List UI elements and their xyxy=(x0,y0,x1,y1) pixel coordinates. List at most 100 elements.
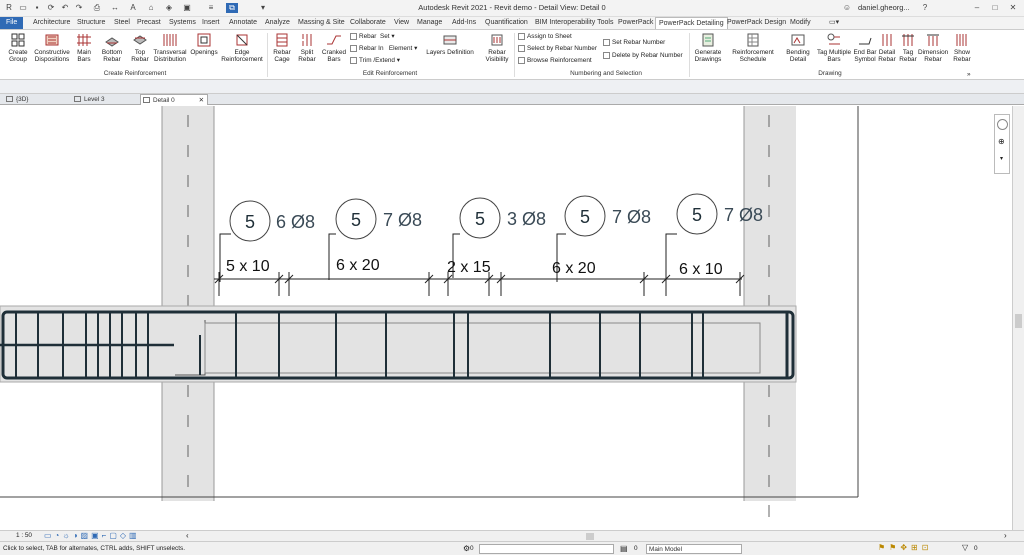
edge-reinforcement-button[interactable]: Edge Reinforcement xyxy=(219,32,265,63)
user-name[interactable]: daniel.gheorg... xyxy=(858,3,910,12)
horizontal-scroll-thumb[interactable] xyxy=(586,533,594,540)
layers-definition-button[interactable]: Layers Definition xyxy=(424,32,476,56)
split-rebar-button[interactable]: Split Rebar xyxy=(296,32,318,63)
tab-structure[interactable]: Structure xyxy=(74,17,108,29)
assign-to-sheet-button[interactable]: Assign to Sheet xyxy=(518,33,572,41)
filter-icon[interactable]: ▽ xyxy=(962,543,968,552)
create-group-button[interactable]: Create Group xyxy=(4,32,32,63)
tag-rebar-button[interactable]: Tag Rebar xyxy=(898,32,918,63)
tab-quantification[interactable]: Quantification xyxy=(482,17,531,29)
plan-view-icon xyxy=(74,96,81,102)
ribbon-toggle-icon[interactable]: ▭▾ xyxy=(826,17,842,29)
delete-by-rebar-number-icon xyxy=(603,52,610,59)
tab-file[interactable]: File xyxy=(0,17,24,29)
rebar-set-button[interactable]: Rebar Set ▾ xyxy=(350,33,395,41)
view-tab-detail-0[interactable]: Detail 0 ✕ xyxy=(140,94,208,105)
status-message: Click to select, TAB for alternates, CTR… xyxy=(3,545,185,552)
tab-collaborate[interactable]: Collaborate xyxy=(347,17,389,29)
reinforcement-schedule-button[interactable]: Reinforcement Schedule xyxy=(729,32,777,63)
tag-number: 5 xyxy=(580,207,590,227)
drawing-canvas[interactable]: 5 5 5 5 5 6 Ø8 7 Ø8 3 Ø8 7 Ø8 7 Ø8 5 x 1… xyxy=(0,106,1012,530)
view-tab-label: Level 3 xyxy=(84,96,105,103)
scroll-right-icon[interactable]: › xyxy=(1004,531,1007,540)
vertical-scroll-thumb[interactable] xyxy=(1015,314,1022,328)
rebar-in-icon xyxy=(350,45,357,52)
detail-view-icon xyxy=(143,97,150,103)
show-rebar-button[interactable]: Show Rebar xyxy=(950,32,974,63)
dimension-rebar-label: Dimension Rebar xyxy=(918,49,949,63)
maximize-icon[interactable]: □ xyxy=(990,3,1000,13)
bottom-rebar-button[interactable]: Bottom Rebar xyxy=(99,32,125,63)
show-rebar-label: Show Rebar xyxy=(953,49,971,63)
tag-rebar-label: Tag Rebar xyxy=(899,49,917,63)
workset-value: 0 xyxy=(634,545,638,552)
design-options-icon[interactable]: ▤ xyxy=(620,544,628,553)
detail-rebar-button[interactable]: Detail Rebar xyxy=(877,32,897,63)
trim-extend-button[interactable]: Trim /Extend ▾ xyxy=(350,57,400,65)
steering-wheel-icon[interactable] xyxy=(997,119,1008,130)
rebar-in-element-button[interactable]: Rebar In Element ▾ xyxy=(350,45,417,53)
main-model-dropdown[interactable]: Main Model xyxy=(646,544,742,554)
set-rebar-number-button[interactable]: Set Rebar Number xyxy=(603,39,665,47)
ribbon-expand-icon[interactable]: » xyxy=(967,71,971,79)
zoom-icon[interactable]: ⊕ xyxy=(998,137,1005,146)
tab-view[interactable]: View xyxy=(391,17,412,29)
numbering-selection-group-label: Numbering and Selection xyxy=(570,70,642,77)
generate-drawings-button[interactable]: Generate Drawings xyxy=(692,32,724,63)
rebar-cage-button[interactable]: Rebar Cage xyxy=(270,32,294,63)
view-scale[interactable]: 1 : 50 xyxy=(16,532,32,539)
selection-count: 0 xyxy=(974,545,978,552)
minimize-icon[interactable]: – xyxy=(972,3,982,13)
tab-modify[interactable]: Modify xyxy=(787,17,814,29)
dimension-text: 6 x 20 xyxy=(336,257,380,274)
scroll-left-icon[interactable]: ‹ xyxy=(186,531,189,540)
view-control-icons[interactable]: ▭◔☼◑▨▣⌐▢◇▥ xyxy=(44,531,140,540)
vertical-scrollbar[interactable] xyxy=(1012,106,1024,530)
transversal-distribution-button[interactable]: Transversal Distribution xyxy=(152,32,188,63)
tab-powerpack-design[interactable]: PowerPack Design xyxy=(724,17,789,29)
view-tab-3d[interactable]: {3D} xyxy=(4,94,70,105)
user-icon[interactable]: ☺ xyxy=(842,3,852,13)
tab-massing-site[interactable]: Massing & Site xyxy=(295,17,348,29)
main-bars-button[interactable]: Main Bars xyxy=(73,32,95,63)
generate-drawings-label: Generate Drawings xyxy=(694,49,722,63)
tab-powerpack-detailing[interactable]: PowerPack Detailing xyxy=(655,17,728,29)
assign-to-sheet-label: Assign to Sheet xyxy=(527,33,572,41)
tab-analyze[interactable]: Analyze xyxy=(262,17,293,29)
rebar-visibility-button[interactable]: Rebar Visibility xyxy=(482,32,512,63)
tab-add-ins[interactable]: Add-Ins xyxy=(449,17,479,29)
tab-bim-interoperability[interactable]: BIM Interoperability Tools xyxy=(532,17,616,29)
tag-multiple-bars-button[interactable]: Tag Multiple Bars xyxy=(815,32,853,63)
tab-steel[interactable]: Steel xyxy=(111,17,133,29)
constructive-dispositions-button[interactable]: Constructive Dispositions xyxy=(33,32,71,63)
cranked-bars-button[interactable]: Cranked Bars xyxy=(320,32,348,63)
close-icon[interactable]: ✕ xyxy=(1008,3,1018,13)
nav-dropdown-icon[interactable]: ▾ xyxy=(1000,155,1003,162)
tab-precast[interactable]: Precast xyxy=(134,17,164,29)
dimension-rebar-button[interactable]: Dimension Rebar xyxy=(918,32,948,63)
workset-dropdown[interactable] xyxy=(479,544,614,554)
transversal-distribution-icon xyxy=(163,34,177,46)
top-rebar-button[interactable]: Top Rebar xyxy=(129,32,151,63)
top-rebar-label: Top Rebar xyxy=(131,49,149,63)
view-tab-level-3[interactable]: Level 3 xyxy=(72,94,144,105)
delete-by-rebar-number-button[interactable]: Delete by Rebar Number xyxy=(603,52,683,60)
select-by-rebar-number-button[interactable]: Select by Rebar Number xyxy=(518,45,597,53)
help-icon[interactable]: ? xyxy=(920,3,930,13)
bending-detail-button[interactable]: Bending Detail xyxy=(783,32,813,63)
tab-architecture[interactable]: Architecture xyxy=(30,17,73,29)
selection-filter-icons[interactable]: ⚑⚑✥⊞⊡ xyxy=(878,543,932,552)
close-tab-icon[interactable]: ✕ xyxy=(199,95,204,106)
browse-reinforcement-button[interactable]: Browse Reinforcement xyxy=(518,57,592,65)
tab-systems[interactable]: Systems xyxy=(166,17,199,29)
layers-definition-label: Layers Definition xyxy=(426,49,474,56)
ribbon-separator xyxy=(689,33,690,77)
tab-annotate[interactable]: Annotate xyxy=(226,17,260,29)
end-bar-symbol-button[interactable]: End Bar Symbol xyxy=(853,32,877,63)
tab-insert[interactable]: Insert xyxy=(199,17,223,29)
openings-button[interactable]: Openings xyxy=(190,32,218,56)
tab-manage[interactable]: Manage xyxy=(414,17,445,29)
trim-extend-label: Trim /Extend xyxy=(359,57,395,65)
tab-powerpack[interactable]: PowerPack xyxy=(615,17,656,29)
3d-view-icon xyxy=(6,96,13,102)
